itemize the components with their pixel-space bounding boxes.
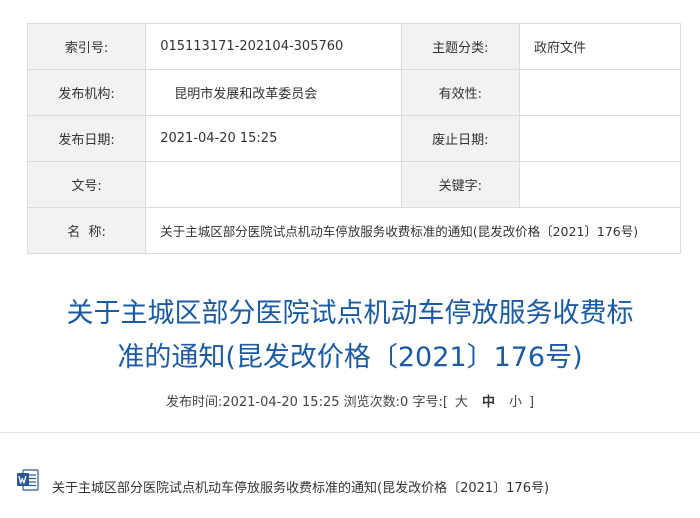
article-title: 关于主城区部分医院试点机动车停放服务收费标 准的通知(昆发改价格〔2021〕17… (20, 292, 680, 380)
views-count: 0 (400, 395, 409, 410)
validity-label: 有效性: (400, 69, 520, 116)
keywords-value (518, 161, 682, 208)
document-number-label: 文号: (26, 161, 147, 208)
index-number-value: 015113171-202104-305760 (145, 23, 402, 70)
meta-row: 发布机构: 昆明市发展和改革委员会 有效性: (26, 69, 682, 116)
attachment-link[interactable]: 关于主城区部分医院试点机动车停放服务收费标准的通知(昆发改价格〔2021〕176… (52, 477, 549, 496)
publish-date-value: 2021-04-20 15:25 (145, 115, 402, 162)
meta-row: 名 称: 关于主城区部分医院试点机动车停放服务收费标准的通知(昆发改价格〔202… (26, 207, 681, 254)
word-doc-icon (17, 468, 39, 491)
publisher-value: 昆明市发展和改革委员会 (145, 69, 402, 116)
document-metadata-table: 索引号: 015113171-202104-305760 主题分类: 政府文件 … (26, 23, 682, 254)
bracket-close: ] (528, 395, 535, 410)
font-size-label: 字号: (412, 395, 443, 410)
views-label: 浏览次数: (343, 395, 401, 410)
font-size-small-button[interactable]: 小 (502, 395, 529, 410)
topic-category-value: 政府文件 (518, 23, 682, 70)
name-label: 名 称: (26, 207, 147, 254)
meta-row: 发布日期: 2021-04-20 15:25 废止日期: (26, 115, 682, 162)
attachment-item[interactable]: 关于主城区部分医院试点机动车停放服务收费标准的通知(昆发改价格〔2021〕176… (16, 463, 549, 496)
publish-date-label: 发布日期: (26, 115, 147, 162)
topic-category-label: 主题分类: (400, 23, 520, 70)
font-size-large-button[interactable]: 大 (448, 395, 475, 410)
article-info-bar: 发布时间:2021-04-20 15:25 浏览次数:0 字号:[大中小] (0, 391, 700, 410)
divider (0, 432, 700, 433)
index-number-label: 索引号: (26, 23, 147, 70)
publisher-label: 发布机构: (26, 69, 147, 116)
document-number-value (145, 161, 402, 208)
article-title-line-2: 准的通知(昆发改价格〔2021〕176号) (117, 342, 583, 373)
name-value: 关于主城区部分医院试点机动车停放服务收费标准的通知(昆发改价格〔2021〕176… (145, 207, 681, 254)
validity-value (518, 69, 682, 116)
meta-row: 文号: 关键字: (26, 161, 682, 208)
publish-time-label: 发布时间: (165, 395, 223, 410)
article-title-line-1: 关于主城区部分医院试点机动车停放服务收费标 (66, 298, 634, 329)
expiry-date-value (518, 115, 682, 162)
font-size-medium-button[interactable]: 中 (475, 395, 502, 410)
publish-time-value: 2021-04-20 15:25 (222, 395, 340, 410)
expiry-date-label: 废止日期: (400, 115, 520, 162)
keywords-label: 关键字: (400, 161, 520, 208)
meta-row: 索引号: 015113171-202104-305760 主题分类: 政府文件 (26, 23, 682, 70)
